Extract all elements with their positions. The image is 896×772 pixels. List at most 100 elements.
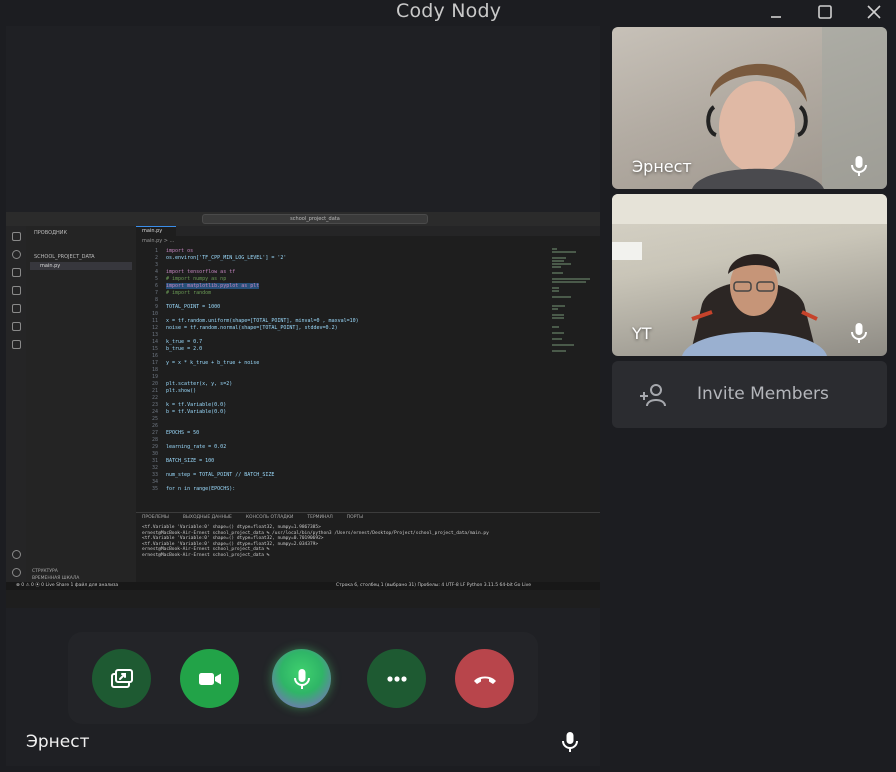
code-text: plt.show() — [166, 388, 197, 394]
microphone-button[interactable] — [272, 649, 331, 708]
status-right: Строка 6, столбец 1 (выбрано 31) Пробелы… — [336, 583, 532, 588]
participant-name: Эрнест — [632, 157, 692, 176]
line-number: 12 — [151, 325, 158, 331]
microphone-icon — [851, 323, 867, 343]
panel-tab: ТЕРМИНАЛ — [307, 515, 333, 520]
project-folder: SCHOOL_PROJECT_DATA — [34, 254, 95, 260]
panel-tabs: ПРОБЛЕМЫ ВЫХОДНЫЕ ДАННЫЕ КОНСОЛЬ ОТЛАДКИ ТЕ… — [142, 515, 377, 520]
panel-tab: КОНСОЛЬ ОТЛАДКИ — [245, 515, 294, 520]
code-text: for n in range(EPOCHS): — [166, 486, 236, 492]
minimize-icon — [771, 16, 781, 18]
line-number: 9 — [154, 304, 158, 310]
code-text: b = tf.Variable(0.0) — [166, 409, 227, 415]
line-number: 21 — [151, 388, 158, 394]
video-camera-icon — [198, 672, 221, 685]
minimap-line — [552, 263, 571, 265]
code-line: 15 b_true = 2.0 — [140, 346, 540, 353]
line-number: 2 — [154, 255, 158, 261]
line-number: 35 — [151, 486, 158, 492]
line-number: 19 — [151, 374, 158, 380]
minimap-line — [552, 251, 576, 253]
command-search: school_project_data — [202, 214, 428, 224]
microphone-icon — [851, 156, 867, 176]
code-line: 21 plt.show() — [140, 388, 540, 395]
minimize-button[interactable] — [766, 2, 786, 22]
more-icon — [386, 675, 407, 682]
line-number: 11 — [151, 318, 158, 324]
minimap-line — [552, 287, 560, 289]
code-line: 32 — [140, 465, 540, 472]
code-text: TOTAL_POINT = 1000 — [166, 304, 221, 310]
status-bar: ⊗ 0 ⚠ 0 ⦿ 0 Live Share 1 файл для анализ… — [6, 582, 600, 590]
outline-label: СТРУКТУРА — [32, 569, 58, 574]
code-line: 8 — [140, 297, 540, 304]
camera-button[interactable] — [180, 649, 239, 708]
code-text: import tensorflow as tf — [166, 269, 236, 275]
status-left: ⊗ 0 ⚠ 0 ⦿ 0 Live Share 1 файл для анализ… — [16, 583, 119, 588]
line-number: 1 — [154, 248, 158, 254]
line-number: 8 — [154, 297, 158, 303]
code-lines: 1 import os 2 os.environ['TF_CPP_MIN_LOG_LE… — [140, 248, 540, 493]
add-person-icon — [640, 384, 666, 407]
code-line: 35 for n in range(EPOCHS): — [140, 486, 540, 493]
end-call-button[interactable] — [455, 649, 514, 708]
panel-tab: ВЫХОДНЫЕ ДАННЫЕ — [182, 515, 232, 520]
code-line: 16 — [140, 353, 540, 360]
participant-tile[interactable]: Эрнест — [612, 27, 887, 189]
code-line: 2 os.environ['TF_CPP_MIN_LOG_LEVEL'] = '2… — [140, 255, 540, 262]
code-line: 23 k = tf.Variable(0.0) — [140, 402, 540, 409]
line-number: 30 — [151, 451, 158, 457]
line-number: 17 — [151, 360, 158, 366]
extensions-icon — [12, 304, 21, 313]
activity-bar — [6, 226, 26, 582]
window-title: Cody Nody — [396, 0, 502, 22]
participant-tile[interactable]: YT — [612, 194, 887, 356]
line-number: 10 — [151, 311, 158, 317]
line-number: 25 — [151, 416, 158, 422]
code-line: 33 num_step = TOTAL_POINT // BATCH_SIZE — [140, 472, 540, 479]
code-line: 6 import matplotlib.pyplot as plt — [140, 283, 540, 290]
code-line: 28 — [140, 437, 540, 444]
minimap-line — [552, 257, 566, 259]
breadcrumb: main.py > ... — [142, 238, 175, 244]
minimap — [552, 248, 596, 378]
main-video-stage[interactable]: school_project_data ПРОВОДНИК SCHOOL_PRO… — [6, 26, 600, 766]
code-editor: main.py main.py > ... 1 import os 2 os.envi… — [136, 226, 600, 512]
code-line: 5 # import numpy as np — [140, 276, 540, 283]
code-line: 17 y = x * k_true + b_true + noise — [140, 360, 540, 367]
search-icon — [12, 250, 21, 259]
explorer-sidebar: ПРОВОДНИК SCHOOL_PROJECT_DATA main.py — [26, 226, 136, 582]
line-number: 33 — [151, 472, 158, 478]
code-text: num_step = TOTAL_POINT // BATCH_SIZE — [166, 472, 275, 478]
code-text: import matplotlib.pyplot as plt — [166, 283, 260, 289]
line-number: 15 — [151, 346, 158, 352]
maximize-button[interactable] — [815, 2, 835, 22]
close-button[interactable] — [864, 2, 884, 22]
settings-gear-icon — [12, 568, 21, 577]
screen-share-button[interactable] — [92, 649, 151, 708]
code-text: b_true = 2.0 — [166, 346, 203, 352]
invite-label: Invite Members — [697, 384, 829, 404]
code-line: 22 — [140, 395, 540, 402]
minimap-line — [552, 278, 591, 280]
terminal-line: ernest@MacBook-Air-Ernest school_project… — [142, 552, 270, 558]
end-call-icon — [473, 676, 496, 684]
more-options-button[interactable] — [367, 649, 426, 708]
code-line: 13 — [140, 332, 540, 339]
invite-members-button[interactable]: Invite Members — [612, 361, 887, 428]
minimap-line — [552, 296, 571, 298]
line-number: 13 — [151, 332, 158, 338]
line-number: 20 — [151, 381, 158, 387]
line-number: 31 — [151, 458, 158, 464]
line-number: 7 — [154, 290, 158, 296]
minimap-line — [552, 272, 563, 274]
code-text: k_true = 0.7 — [166, 339, 203, 345]
line-number: 23 — [151, 402, 158, 408]
minimap-line — [552, 332, 564, 334]
code-text: BATCH_SIZE = 100 — [166, 458, 215, 464]
call-controls — [68, 632, 538, 724]
minimap-line — [552, 305, 566, 307]
code-text: k = tf.Variable(0.0) — [166, 402, 227, 408]
outline-section: СТРУКТУРА ВРЕМЕННАЯ ШКАЛА — [26, 568, 136, 582]
minimap-line — [552, 344, 574, 346]
